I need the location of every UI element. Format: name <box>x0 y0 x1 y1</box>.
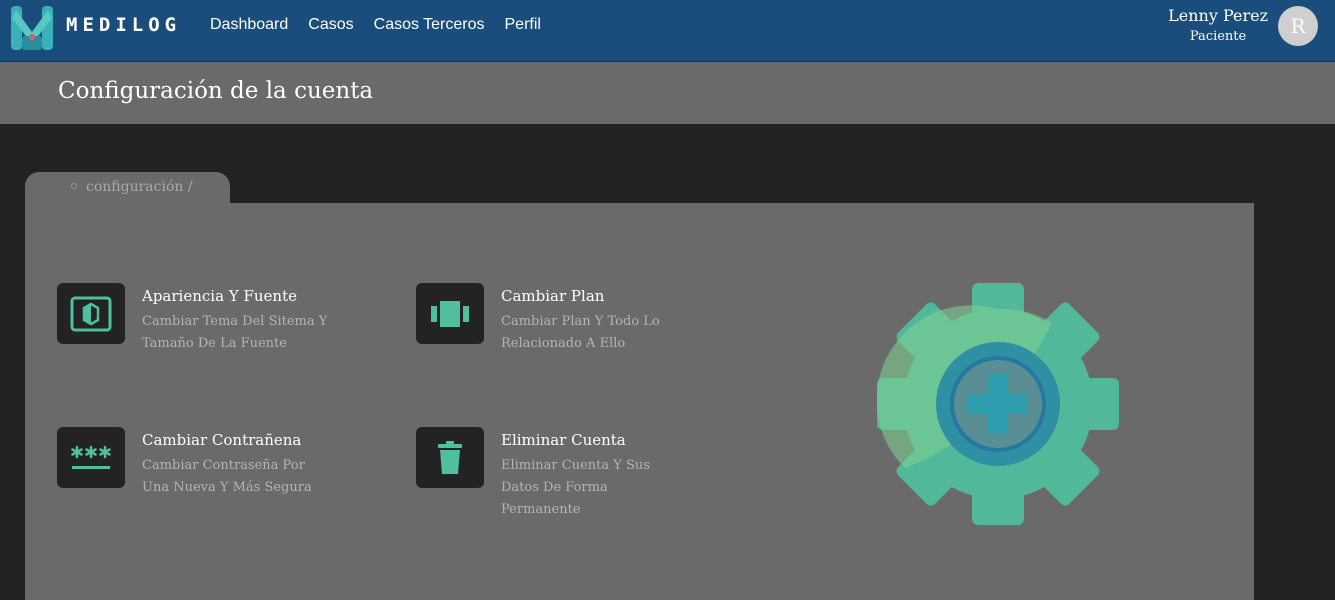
option-title: Eliminar Cuenta <box>501 431 626 449</box>
option-icon-box[interactable] <box>416 427 484 488</box>
option-description: Cambiar Contraseña Por Una Nueva Y Más S… <box>142 458 312 495</box>
top-navbar: MEDILOG Dashboard Casos Casos Terceros P… <box>0 0 1335 62</box>
avatar[interactable]: R <box>1278 6 1318 46</box>
carousel-icon <box>431 300 469 327</box>
option-change-plan[interactable]: Cambiar Plan Cambiar Plan Y Todo Lo Rela… <box>416 283 736 363</box>
option-description: Cambiar Tema Del Sitema Y Tamaño De La F… <box>142 314 328 351</box>
user-info[interactable]: Lenny Perez Paciente <box>1168 6 1268 44</box>
option-icon-box[interactable] <box>57 283 125 344</box>
page-header: Configuración de la cuenta <box>0 62 1335 124</box>
option-appearance[interactable]: Apariencia Y Fuente Cambiar Tema Del Sit… <box>57 283 377 363</box>
nav-casos[interactable]: Casos <box>308 16 353 34</box>
nav-casos-terceros[interactable]: Casos Terceros <box>374 16 485 34</box>
page-title: Configuración de la cuenta <box>58 78 374 104</box>
medical-gear-icon <box>877 283 1119 525</box>
option-title: Cambiar Plan <box>501 287 605 305</box>
option-description: Cambiar Plan Y Todo Lo Relacionado A Ell… <box>501 314 660 351</box>
medilog-logo[interactable] <box>8 4 56 52</box>
trash-icon <box>438 440 462 474</box>
option-title: Cambiar Contrañena <box>142 431 302 449</box>
option-delete-account[interactable]: Eliminar Cuenta Eliminar Cuenta Y Sus Da… <box>416 427 736 517</box>
main-nav: Dashboard Casos Casos Terceros Perfil <box>210 16 541 34</box>
user-role: Paciente <box>1189 29 1247 44</box>
nav-dashboard[interactable]: Dashboard <box>210 16 288 34</box>
brand-name[interactable]: MEDILOG <box>66 14 181 36</box>
brightness-icon <box>70 296 112 331</box>
breadcrumb-tab: configuración / <box>25 172 230 204</box>
option-description: Eliminar Cuenta Y Sus Datos De Forma Per… <box>501 458 650 517</box>
option-icon-box[interactable] <box>416 283 484 344</box>
password-icon <box>71 445 111 469</box>
bullet-icon <box>71 183 77 189</box>
user-name: Lenny Perez <box>1168 6 1268 25</box>
option-title: Apariencia Y Fuente <box>142 287 297 305</box>
nav-perfil[interactable]: Perfil <box>505 16 541 34</box>
breadcrumb[interactable]: configuración / <box>86 179 193 195</box>
option-icon-box[interactable] <box>57 427 125 488</box>
option-change-password[interactable]: Cambiar Contrañena Cambiar Contraseña Po… <box>57 427 377 507</box>
